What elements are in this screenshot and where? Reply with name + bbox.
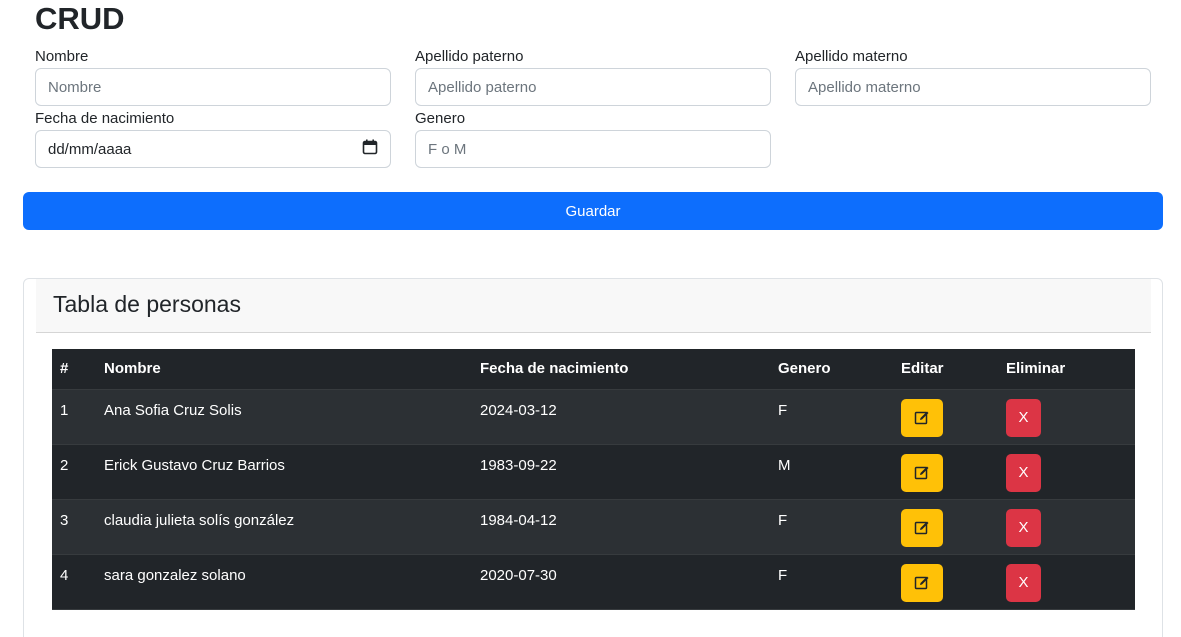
cell-genero: M xyxy=(770,444,893,500)
cell-fecha: 2024-03-12 xyxy=(472,389,770,445)
delete-button[interactable]: X xyxy=(1006,508,1041,547)
cell-num: 1 xyxy=(52,389,96,445)
header-nombre: Nombre xyxy=(96,349,472,390)
edit-icon xyxy=(914,466,929,479)
delete-button[interactable]: X xyxy=(1006,398,1041,437)
fecha-nacimiento-input[interactable]: dd/mm/aaaa xyxy=(35,130,391,168)
table-header-row: # Nombre Fecha de nacimiento Genero Edit… xyxy=(52,349,1135,390)
delete-button[interactable]: X xyxy=(1006,563,1041,602)
table-row: 1 Ana Sofia Cruz Solis 2024-03-12 F X xyxy=(52,389,1135,445)
header-editar: Editar xyxy=(893,349,998,390)
header-fecha: Fecha de nacimiento xyxy=(472,349,770,390)
calendar-icon[interactable] xyxy=(362,139,378,159)
cell-eliminar: X xyxy=(998,499,1135,555)
nombre-label: Nombre xyxy=(35,48,89,65)
cell-eliminar: X xyxy=(998,444,1135,500)
nombre-input[interactable] xyxy=(35,68,391,106)
genero-label: Genero xyxy=(415,110,466,127)
cell-eliminar: X xyxy=(998,554,1135,610)
cell-eliminar: X xyxy=(998,389,1135,445)
cell-num: 4 xyxy=(52,554,96,610)
cell-nombre: Ana Sofia Cruz Solis xyxy=(96,389,472,445)
personas-table: # Nombre Fecha de nacimiento Genero Edit… xyxy=(52,349,1135,610)
apellido-materno-input[interactable] xyxy=(795,68,1151,106)
cell-editar xyxy=(893,444,998,500)
table-row: 2 Erick Gustavo Cruz Barrios 1983-09-22 … xyxy=(52,444,1135,500)
cell-fecha: 1983-09-22 xyxy=(472,444,770,500)
header-eliminar: Eliminar xyxy=(998,349,1135,390)
table-row: 4 sara gonzalez solano 2020-07-30 F X xyxy=(52,554,1135,610)
edit-button[interactable] xyxy=(901,563,943,602)
apellido-paterno-label: Apellido paterno xyxy=(415,48,524,65)
table-card: Tabla de personas # Nombre Fecha de naci… xyxy=(23,278,1163,637)
cell-num: 2 xyxy=(52,444,96,500)
edit-button[interactable] xyxy=(901,508,943,547)
table-row: 3 claudia julieta solís gonzález 1984-04… xyxy=(52,499,1135,555)
edit-icon xyxy=(914,411,929,424)
card-header: Tabla de personas xyxy=(36,279,1151,333)
fecha-nacimiento-label: Fecha de nacimiento xyxy=(35,110,175,127)
cell-num: 3 xyxy=(52,499,96,555)
header-genero: Genero xyxy=(770,349,893,390)
fecha-nacimiento-placeholder: dd/mm/aaaa xyxy=(48,140,132,158)
cell-editar xyxy=(893,389,998,445)
cell-nombre: claudia julieta solís gonzález xyxy=(96,499,472,555)
header-num: # xyxy=(52,349,96,390)
apellido-paterno-input[interactable] xyxy=(415,68,771,106)
page-title: CRUD xyxy=(35,1,125,36)
save-button[interactable]: Guardar xyxy=(23,192,1163,230)
cell-genero: F xyxy=(770,499,893,555)
cell-editar xyxy=(893,554,998,610)
cell-nombre: sara gonzalez solano xyxy=(96,554,472,610)
cell-editar xyxy=(893,499,998,555)
cell-nombre: Erick Gustavo Cruz Barrios xyxy=(96,444,472,500)
edit-icon xyxy=(914,576,929,589)
genero-input[interactable] xyxy=(415,130,771,168)
card-title: Tabla de personas xyxy=(53,291,241,317)
cell-fecha: 2020-07-30 xyxy=(472,554,770,610)
apellido-materno-label: Apellido materno xyxy=(795,48,908,65)
cell-genero: F xyxy=(770,389,893,445)
delete-button[interactable]: X xyxy=(1006,453,1041,492)
edit-icon xyxy=(914,521,929,534)
cell-fecha: 1984-04-12 xyxy=(472,499,770,555)
edit-button[interactable] xyxy=(901,453,943,492)
edit-button[interactable] xyxy=(901,398,943,437)
cell-genero: F xyxy=(770,554,893,610)
